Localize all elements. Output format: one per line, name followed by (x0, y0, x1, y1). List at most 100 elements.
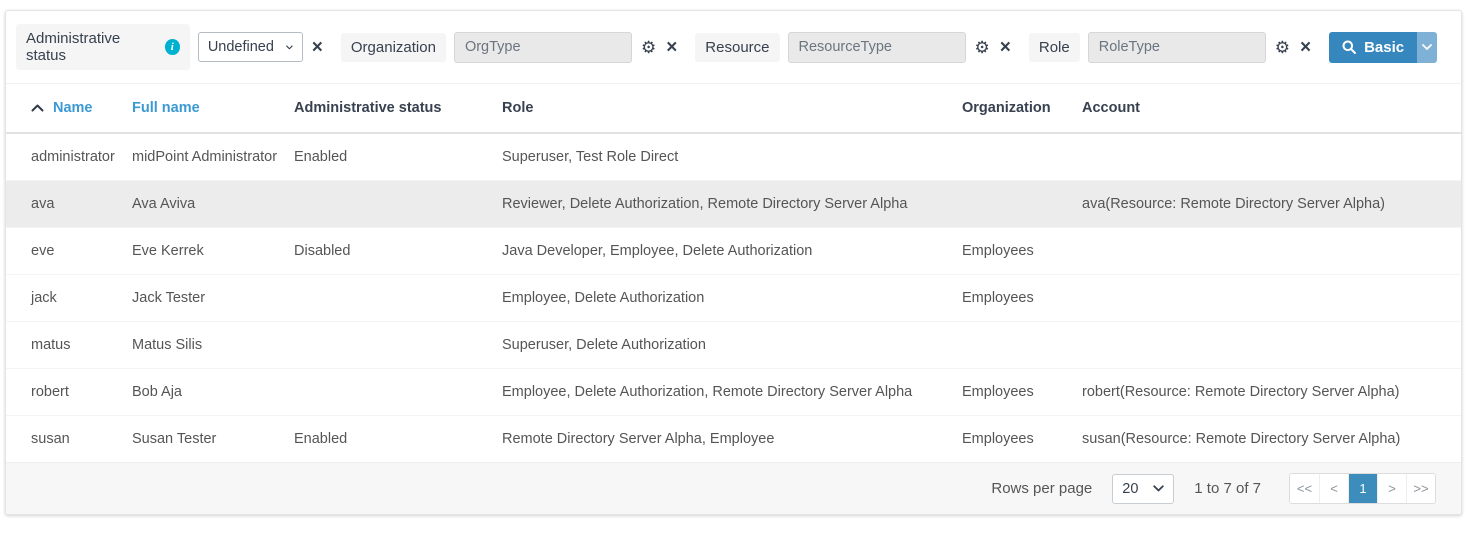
admin-status-filter-chip: Administrative status i (16, 24, 190, 70)
table-row[interactable]: administratormidPoint AdministratorEnabl… (6, 133, 1461, 181)
cell-admin-status (286, 369, 494, 416)
organization-filter-label: Organization (351, 39, 436, 56)
role-filter-input[interactable] (1088, 32, 1266, 63)
organization-filter-input[interactable] (454, 32, 632, 63)
cell-name: matus (6, 322, 124, 369)
table-row[interactable]: robertBob AjaEmployee, Delete Authorizat… (6, 369, 1461, 416)
cell-role: Employee, Delete Authorization, Remote D… (494, 369, 954, 416)
table-row[interactable]: eveEve KerrekDisabledJava Developer, Emp… (6, 228, 1461, 275)
column-header-name-label: Name (53, 100, 93, 116)
cell-role: Superuser, Delete Authorization (494, 322, 954, 369)
cell-organization: Employees (954, 416, 1074, 463)
pagination-current-page-button[interactable]: 1 (1348, 474, 1377, 503)
organization-filter-chip: Organization (341, 33, 446, 62)
rows-per-page-value: 20 (1122, 481, 1138, 497)
column-header-account: Account (1074, 84, 1461, 133)
cell-admin-status (286, 275, 494, 322)
column-header-name[interactable]: Name (6, 84, 124, 133)
pagination-nav-button[interactable]: < (1319, 474, 1348, 503)
pagination-nav-button[interactable]: > (1377, 474, 1406, 503)
cell-role: Remote Directory Server Alpha, Employee (494, 416, 954, 463)
table-body: administratormidPoint AdministratorEnabl… (6, 133, 1461, 462)
table-row[interactable]: matusMatus Silis Superuser, Delete Author… (6, 322, 1461, 369)
cell-account: robert(Resource: Remote Directory Server… (1074, 369, 1461, 416)
table-header-row: Name Full name Administrative status Rol… (6, 84, 1461, 133)
cell-organization: Employees (954, 275, 1074, 322)
cell-full-name: Matus Silis (124, 322, 286, 369)
admin-status-select[interactable]: Undefined (198, 32, 303, 62)
role-filter-chip: Role (1029, 33, 1080, 62)
column-header-full-name[interactable]: Full name (124, 84, 286, 133)
resource-filter-label: Resource (705, 39, 769, 56)
resource-filter-input[interactable] (788, 32, 966, 63)
column-header-administrative-status: Administrative status (286, 84, 494, 133)
cell-full-name: Ava Aviva (124, 181, 286, 228)
cell-full-name: Susan Tester (124, 416, 286, 463)
basic-search-button-label: Basic (1364, 39, 1404, 56)
resource-settings-gear-icon[interactable]: ⚙ (974, 39, 991, 56)
admin-status-selected-value: Undefined (208, 39, 274, 55)
cell-admin-status: Enabled (286, 416, 494, 463)
remove-role-filter-icon[interactable]: × (1299, 38, 1312, 57)
admin-status-filter-label: Administrative status (26, 30, 158, 64)
chevron-down-icon (1422, 44, 1432, 50)
cell-account (1074, 275, 1461, 322)
cell-organization (954, 181, 1074, 228)
cell-role: Employee, Delete Authorization (494, 275, 954, 322)
cell-name: eve (6, 228, 124, 275)
search-icon (1342, 40, 1356, 54)
cell-full-name: midPoint Administrator (124, 133, 286, 181)
cell-account (1074, 322, 1461, 369)
table-row[interactable]: susanSusan TesterEnabledRemote Directory… (6, 416, 1461, 463)
table-row[interactable]: jackJack Tester Employee, Delete Authoriz… (6, 275, 1461, 322)
cell-admin-status: Disabled (286, 228, 494, 275)
cell-name: jack (6, 275, 124, 322)
users-table: Name Full name Administrative status Rol… (6, 84, 1461, 462)
rows-per-page-select[interactable]: 20 (1112, 474, 1174, 504)
filter-organization: Organization ⚙ × (341, 32, 678, 63)
cell-name: administrator (6, 133, 124, 181)
cell-name: susan (6, 416, 124, 463)
cell-organization: Employees (954, 369, 1074, 416)
filter-role: Role ⚙ × (1029, 32, 1312, 63)
table-footer: Rows per page 20 1 to 7 of 7 <<<1>>> (6, 462, 1461, 514)
search-filter-bar: Administrative status i Undefined × Orga… (6, 11, 1461, 84)
pagination-nav-button[interactable]: << (1290, 474, 1319, 503)
cell-account (1074, 228, 1461, 275)
basic-search-button[interactable]: Basic (1329, 32, 1417, 63)
cell-role: Java Developer, Employee, Delete Authori… (494, 228, 954, 275)
search-split-button: Basic (1329, 32, 1437, 63)
role-settings-gear-icon[interactable]: ⚙ (1274, 39, 1291, 56)
filter-administrative-status: Administrative status i Undefined × (16, 24, 324, 70)
row-count-label: 1 to 7 of 7 (1194, 480, 1261, 497)
cell-full-name: Jack Tester (124, 275, 286, 322)
remove-resource-filter-icon[interactable]: × (999, 38, 1012, 57)
organization-settings-gear-icon[interactable]: ⚙ (640, 39, 657, 56)
info-icon[interactable]: i (165, 39, 180, 55)
cell-organization (954, 133, 1074, 181)
pagination-nav-button[interactable]: >> (1406, 474, 1435, 503)
cell-admin-status (286, 322, 494, 369)
cell-full-name: Eve Kerrek (124, 228, 286, 275)
cell-role: Reviewer, Delete Authorization, Remote D… (494, 181, 954, 228)
filter-resource: Resource ⚙ × (695, 32, 1012, 63)
role-filter-label: Role (1039, 39, 1070, 56)
cell-organization (954, 322, 1074, 369)
cell-full-name: Bob Aja (124, 369, 286, 416)
remove-organization-filter-icon[interactable]: × (665, 38, 678, 57)
cell-organization: Employees (954, 228, 1074, 275)
table-row[interactable]: avaAva Aviva Reviewer, Delete Authorizati… (6, 181, 1461, 228)
cell-admin-status (286, 181, 494, 228)
rows-per-page-label: Rows per page (991, 480, 1092, 497)
cell-account: ava(Resource: Remote Directory Server Al… (1074, 181, 1461, 228)
sort-ascending-icon (31, 104, 44, 112)
chevron-down-icon (286, 44, 293, 51)
pagination: <<<1>>> (1289, 473, 1436, 504)
cell-admin-status: Enabled (286, 133, 494, 181)
cell-name: ava (6, 181, 124, 228)
cell-account (1074, 133, 1461, 181)
remove-admin-status-filter-icon[interactable]: × (311, 38, 324, 57)
user-list-panel: Administrative status i Undefined × Orga… (5, 10, 1462, 515)
page: Administrative status i Undefined × Orga… (0, 0, 1467, 533)
search-mode-dropdown-button[interactable] (1417, 32, 1437, 63)
